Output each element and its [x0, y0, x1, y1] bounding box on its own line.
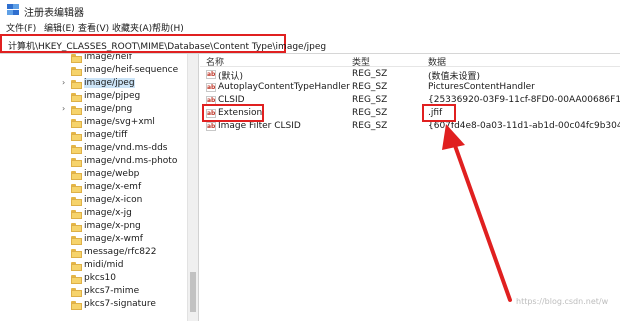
- annotation-arrow-line: [451, 138, 512, 302]
- annotation-arrow-head: [442, 124, 465, 150]
- watermark-text: https://blog.csdn.net/w: [516, 297, 609, 306]
- annotation-arrow: [442, 124, 512, 302]
